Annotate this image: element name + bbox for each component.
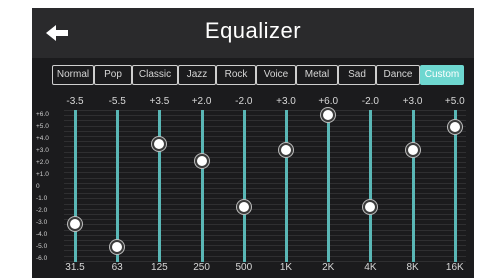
scale-label: -3.0 [36, 219, 48, 226]
scale-label: -6.0 [36, 255, 48, 262]
preset-tab-pop[interactable]: Pop [94, 65, 132, 85]
preset-tab-rock[interactable]: Rock [216, 65, 256, 85]
scale-label: -1.0 [36, 195, 48, 202]
scale-label: -2.0 [36, 207, 48, 214]
band-slider-track[interactable] [242, 110, 246, 262]
band-value-label: +2.0 [191, 96, 212, 107]
preset-tab-classic[interactable]: Classic [132, 65, 178, 85]
eq-band-250: +2.0 250 [189, 96, 215, 276]
header-bar: Equalizer [32, 8, 474, 58]
band-slider-track[interactable] [74, 110, 77, 262]
band-slider-track[interactable] [411, 110, 415, 262]
scale-label: +2.0 [36, 159, 49, 166]
band-frequency-label: 4K [364, 262, 377, 273]
page-title: Equalizer [204, 18, 302, 43]
preset-tab-voice[interactable]: Voice [256, 65, 296, 85]
eq-band-63: -5.5 63 [104, 96, 130, 276]
band-slider-track[interactable] [116, 110, 120, 262]
eq-band-8k: +3.0 8K [400, 96, 426, 276]
band-value-label: -3.5 [66, 96, 84, 107]
eq-band-500: -2.0 500 [231, 96, 257, 276]
preset-tab-custom[interactable]: Custom [420, 65, 464, 85]
eq-band-125: +3.5 125 [146, 96, 172, 276]
preset-tab-dance[interactable]: Dance [376, 65, 420, 85]
scale-label: -4.0 [36, 231, 48, 238]
band-frequency-label: 125 [151, 262, 168, 273]
band-slider-knob[interactable] [152, 136, 167, 151]
band-frequency-label: 31.5 [65, 262, 85, 273]
band-frequency-label: 8K [406, 262, 419, 273]
band-value-label: -2.0 [361, 96, 379, 107]
scale-label: 0 [36, 183, 40, 190]
band-frequency-label: 1K [279, 262, 293, 273]
preset-tab-sad[interactable]: Sad [338, 65, 376, 85]
band-slider-knob[interactable] [363, 200, 378, 214]
band-slider-knob[interactable] [321, 108, 336, 122]
eq-band-2k: +6.0 2K [315, 96, 341, 276]
scale-label: +5.0 [36, 123, 49, 130]
scale-label: +3.0 [36, 147, 49, 154]
band-frequency-label: 2K [322, 262, 335, 273]
band-slider-knob[interactable] [279, 142, 293, 157]
band-value-label: +6.0 [318, 96, 339, 107]
band-slider-knob[interactable] [68, 217, 82, 232]
band-slider-knob[interactable] [110, 240, 125, 255]
band-value-label: -5.5 [108, 96, 126, 107]
band-slider-knob[interactable] [194, 154, 209, 168]
band-frequency-label: 250 [193, 262, 210, 273]
scale-label: +6.0 [36, 111, 49, 118]
eq-band-4k: -2.0 4K [357, 96, 383, 276]
eq-band-16k: +5.0 16K [442, 96, 468, 276]
band-value-label: +3.0 [402, 96, 423, 107]
band-frequency-label: 63 [111, 262, 123, 273]
band-slider-track[interactable] [327, 110, 331, 262]
band-slider-track[interactable] [200, 110, 204, 262]
band-slider-knob[interactable] [236, 200, 251, 214]
band-slider-track[interactable] [285, 110, 288, 262]
scale-label: +1.0 [36, 171, 49, 178]
band-frequency-label: 500 [235, 262, 253, 273]
eq-band-31-5: -3.5 31.5 [62, 96, 88, 276]
band-slider-knob[interactable] [405, 142, 420, 157]
preset-tab-metal[interactable]: Metal [296, 65, 338, 85]
band-slider-track[interactable] [369, 110, 373, 262]
band-value-label: -2.0 [235, 96, 253, 107]
band-slider-track[interactable] [158, 110, 162, 262]
band-slider-knob[interactable] [447, 119, 462, 134]
scale-label: +4.0 [36, 135, 49, 142]
preset-tab-normal[interactable]: Normal [52, 65, 94, 85]
equalizer-screen: Equalizer Normal Pop Classic Jazz Rock Voice M… [32, 8, 474, 278]
preset-tab-jazz[interactable]: Jazz [178, 65, 216, 85]
band-frequency-label: 16K [445, 262, 464, 273]
band-value-label: +5.0 [444, 96, 465, 107]
band-value-label: +3.0 [276, 96, 296, 107]
eq-band-1k: +3.0 1K [273, 96, 299, 276]
scale-label: -5.0 [36, 243, 48, 250]
band-value-label: +3.5 [149, 96, 170, 107]
